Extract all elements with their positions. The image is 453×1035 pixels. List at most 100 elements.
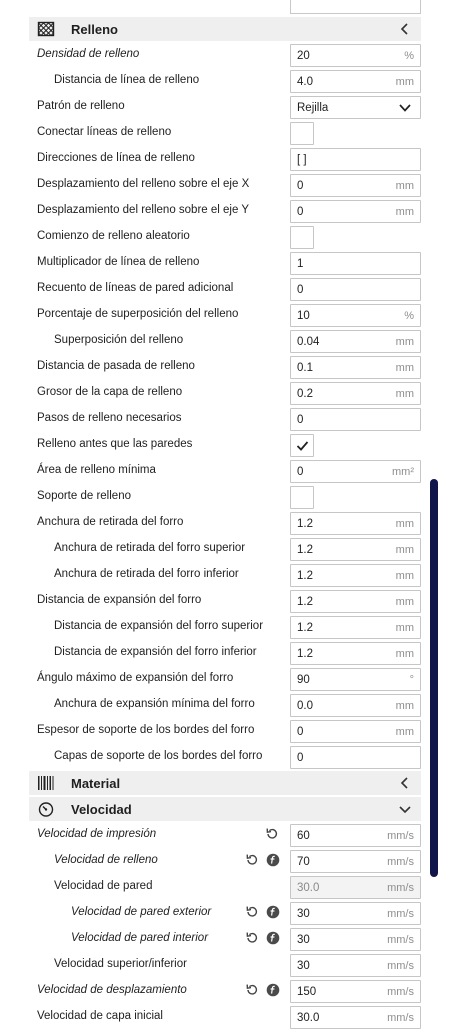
chevron-left-icon[interactable]: [397, 775, 413, 791]
setting-input[interactable]: 0.04 mm: [290, 330, 421, 353]
setting-unit: mm: [395, 700, 414, 712]
function-icon[interactable]: [266, 905, 280, 919]
setting-value: 10: [297, 310, 310, 322]
setting-input[interactable]: 4.0 mm: [290, 70, 421, 93]
setting-input[interactable]: 0 mm: [290, 720, 421, 743]
setting-checkbox[interactable]: [290, 226, 314, 249]
setting-input[interactable]: 1.2 mm: [290, 538, 421, 561]
setting-row-velocidad-de-capa-inicial: Velocidad de capa inicial 30.0 mm/s: [29, 1004, 421, 1030]
setting-value: 30.0: [297, 1012, 320, 1024]
setting-input[interactable]: 60 mm/s: [290, 824, 421, 847]
reset-icon[interactable]: [245, 853, 259, 867]
setting-input[interactable]: 20%: [290, 44, 421, 67]
setting-input[interactable]: [ ]: [290, 148, 421, 171]
setting-input[interactable]: 1: [290, 252, 421, 275]
setting-row-patron-de-relleno: Patrón de relleno Rejilla: [29, 94, 421, 120]
section-title-speed: Velocidad: [71, 802, 132, 817]
setting-unit: °: [409, 674, 414, 686]
setting-row-velocidad-de-impresion: Velocidad de impresión 60 mm/s: [29, 822, 421, 848]
setting-input[interactable]: 1.2 mm: [290, 642, 421, 665]
chevron-left-icon[interactable]: [397, 21, 413, 37]
setting-input[interactable]: 30.0 mm/s: [290, 1006, 421, 1029]
setting-value: 0: [297, 206, 304, 218]
setting-input[interactable]: 0 mm²: [290, 460, 421, 483]
reset-icon[interactable]: [245, 983, 259, 997]
section-header-speed[interactable]: Velocidad: [29, 797, 421, 821]
setting-input[interactable]: 30 mm/s: [290, 954, 421, 977]
setting-row-grosor-de-la-capa-de-relleno: Grosor de la capa de relleno 0.2 mm: [29, 380, 421, 406]
setting-input[interactable]: 0 mm: [290, 174, 421, 197]
setting-input[interactable]: 150 mm/s: [290, 980, 421, 1003]
setting-label: Soporte de relleno: [37, 490, 131, 502]
section-header-infill[interactable]: Relleno: [29, 17, 421, 41]
setting-unit: mm/s: [387, 934, 414, 946]
section-title-infill: Relleno: [71, 22, 118, 37]
setting-unit: mm/s: [387, 960, 414, 972]
setting-checkbox[interactable]: [290, 122, 314, 145]
setting-label: Anchura de retirada del forro superior: [54, 542, 246, 554]
setting-value: 90: [297, 674, 310, 686]
setting-value: 1.2: [297, 622, 313, 634]
setting-label: Velocidad de pared interior: [71, 932, 209, 944]
setting-input[interactable]: 0.1 mm: [290, 356, 421, 379]
setting-input[interactable]: 0.0 mm: [290, 694, 421, 717]
setting-value: [ ]: [297, 154, 307, 166]
setting-label: Velocidad de pared exterior: [71, 906, 212, 918]
setting-row-capas-de-soporte-de-los-bordes-del-forro: Capas de soporte de los bordes del forro…: [29, 744, 421, 770]
setting-row-area-de-relleno-minima: Área de relleno mínima 0 mm²: [29, 458, 421, 484]
section-title-material: Material: [71, 776, 121, 791]
setting-value: 1.2: [297, 518, 313, 530]
setting-value: 1.2: [297, 544, 313, 556]
setting-input[interactable]: 1.2 mm: [290, 512, 421, 535]
setting-input[interactable]: 30 mm/s: [290, 928, 421, 951]
settings-panel: Relleno Densidad de relleno 20% Distancia …: [0, 0, 453, 1035]
setting-checkbox[interactable]: [290, 434, 314, 457]
setting-row-multiplicador-de-linea-de-relleno: Multiplicador de línea de relleno 1: [29, 250, 421, 276]
setting-input[interactable]: 70 mm/s: [290, 850, 421, 873]
section-header-material[interactable]: Material: [29, 771, 421, 795]
setting-label: Pasos de relleno necesarios: [37, 412, 182, 424]
setting-label: Velocidad superior/inferior: [54, 958, 187, 970]
setting-label: Direcciones de línea de relleno: [37, 152, 195, 164]
setting-label: Velocidad de pared: [54, 880, 153, 892]
setting-input[interactable]: 1.2 mm: [290, 590, 421, 613]
reset-icon[interactable]: [265, 827, 279, 841]
setting-input[interactable]: 0: [290, 278, 421, 301]
setting-unit: mm/s: [387, 882, 414, 894]
setting-value: 0: [297, 752, 304, 764]
setting-input[interactable]: 1.2 mm: [290, 616, 421, 639]
setting-input[interactable]: 10%: [290, 304, 421, 327]
infill-pattern-icon: [37, 21, 55, 37]
setting-row-anchura-de-retirada-del-forro-superior: Anchura de retirada del forro superior 1.…: [29, 536, 421, 562]
setting-dropdown[interactable]: Rejilla: [290, 96, 421, 119]
function-icon[interactable]: [266, 853, 280, 867]
setting-unit: mm: [395, 388, 414, 400]
setting-input[interactable]: 0 mm: [290, 200, 421, 223]
setting-row-densidad-de-relleno: Densidad de relleno 20%: [29, 42, 421, 68]
setting-label: Velocidad de relleno: [54, 854, 158, 866]
setting-row-velocidad-de-pared-interior: Velocidad de pared interior 30 mm/s: [29, 926, 421, 952]
setting-label: Distancia de línea de relleno: [54, 74, 200, 86]
setting-input[interactable]: 0: [290, 746, 421, 769]
setting-input[interactable]: 0: [290, 408, 421, 431]
setting-value: 70: [297, 856, 310, 868]
function-icon[interactable]: [266, 931, 280, 945]
setting-row-velocidad-de-pared: Velocidad de pared 30.0 mm/s: [29, 874, 421, 900]
setting-input[interactable]: 0.2 mm: [290, 382, 421, 405]
reset-icon[interactable]: [245, 905, 259, 919]
vertical-scrollbar[interactable]: [430, 479, 438, 877]
setting-label: Grosor de la capa de relleno: [37, 386, 183, 398]
reset-icon[interactable]: [245, 931, 259, 945]
setting-checkbox[interactable]: [290, 486, 314, 509]
setting-label: Velocidad de desplazamiento: [37, 984, 187, 996]
setting-input[interactable]: 30.0 mm/s: [290, 876, 421, 899]
function-icon[interactable]: [266, 983, 280, 997]
setting-input[interactable]: 30 mm/s: [290, 902, 421, 925]
setting-unit: mm/s: [387, 830, 414, 842]
setting-input[interactable]: 1.2 mm: [290, 564, 421, 587]
chevron-down-icon[interactable]: [397, 801, 413, 817]
setting-input[interactable]: 90 °: [290, 668, 421, 691]
setting-value: 30: [297, 908, 310, 920]
setting-unit: mm: [395, 180, 414, 192]
setting-unit: mm: [395, 76, 414, 88]
